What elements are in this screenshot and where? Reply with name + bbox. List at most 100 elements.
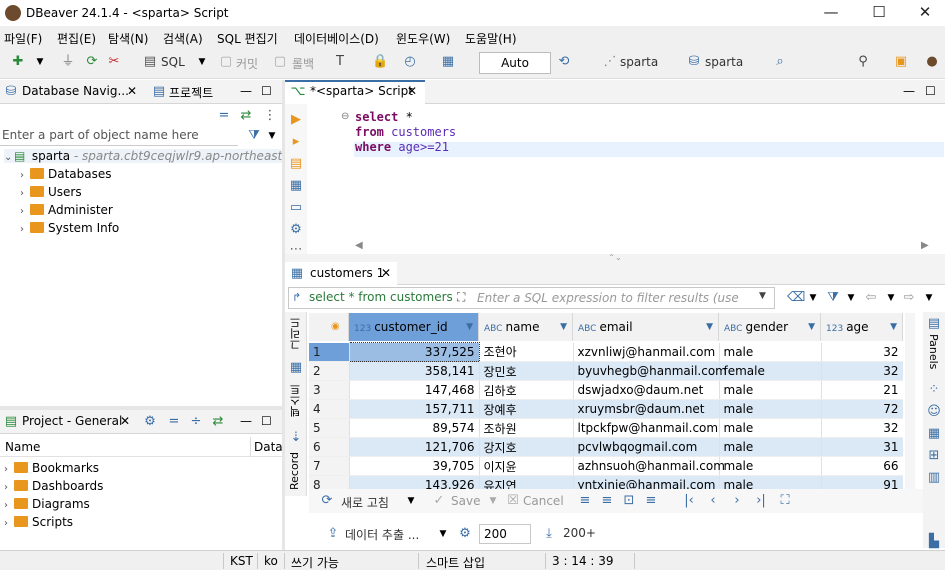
close-icon[interactable]: ✕	[127, 84, 137, 98]
metadata-icon[interactable]: ☺	[926, 404, 942, 420]
row-number[interactable]: 4	[309, 399, 350, 419]
table-cell[interactable]: 조하원	[479, 418, 574, 438]
maximize-panel-icon[interactable]: ☐	[925, 84, 936, 98]
table-cell[interactable]: 72	[821, 399, 903, 419]
minimize-panel-icon[interactable]: —	[903, 84, 915, 98]
row-number[interactable]: 7	[309, 456, 350, 476]
table-cell[interactable]: pcvlwbqogmail.com	[573, 437, 720, 457]
menu-sql-editor[interactable]: SQL 편집기	[217, 30, 278, 47]
row-number[interactable]: 3	[309, 380, 350, 400]
table-cell[interactable]: 147,468	[349, 380, 480, 400]
table-cell[interactable]: 21	[821, 380, 903, 400]
table-cell[interactable]: male	[719, 380, 822, 400]
row-count-icon[interactable]: ⤓	[541, 526, 557, 542]
dropdown-arrow-icon[interactable]: ▼	[805, 290, 821, 306]
minimize-button[interactable]: —	[808, 0, 854, 26]
table-row[interactable]: 3 147,468 김하호 dswjadxo@daum.net male 21	[309, 380, 903, 400]
terminal-icon[interactable]: ▭	[288, 200, 304, 216]
row-number[interactable]: 6	[309, 437, 350, 457]
table-cell[interactable]: 강지호	[479, 437, 574, 457]
filter-icon[interactable]: ⧩	[825, 290, 841, 306]
refresh-button[interactable]: 새로 고침	[341, 494, 389, 511]
table-cell[interactable]: female	[719, 361, 822, 381]
maximize-panel-icon[interactable]: ☐	[261, 414, 272, 428]
connect-icon[interactable]: ⏚	[60, 54, 76, 70]
export-icon[interactable]: ⇪	[325, 526, 341, 542]
table-row[interactable]: 2 358,141 장민호 byuvhegb@hanmail.com female 32	[309, 361, 903, 381]
tools-icon[interactable]: ▦	[440, 54, 456, 70]
dropdown-arrow-icon[interactable]: ▼	[435, 526, 451, 542]
active-schema[interactable]: sparta	[705, 55, 743, 69]
edit-row-icon[interactable]: ≡	[577, 493, 593, 509]
close-icon[interactable]: ✕	[407, 84, 417, 98]
project-item-diagrams[interactable]: › Diagrams	[4, 497, 90, 511]
tab-record-view[interactable]: Record	[288, 452, 301, 490]
panels-toggle[interactable]: Panels	[927, 334, 940, 369]
chevron-right-icon[interactable]: ▶	[921, 240, 929, 251]
active-datasource[interactable]: sparta	[620, 55, 658, 69]
expand-icon[interactable]: ÷	[188, 414, 204, 430]
column-header-name[interactable]: ABC name ▼	[479, 313, 573, 341]
sql-editor-icon[interactable]: ▤	[142, 54, 158, 70]
code-area[interactable]: ⊖ select * from customers where age>=21	[323, 104, 945, 244]
table-cell[interactable]: 김하호	[479, 380, 574, 400]
table-cell[interactable]: xruymsbr@daum.net	[573, 399, 720, 419]
grouping-icon[interactable]: ▦	[926, 426, 942, 442]
chevron-left-icon[interactable]: ‹	[705, 493, 721, 509]
menu-navigate[interactable]: 탐색(N)	[108, 30, 148, 47]
chevron-right-icon[interactable]: ›	[20, 170, 30, 181]
chart-icon[interactable]: ▥	[926, 470, 942, 486]
query-preview[interactable]: select * from customers v	[309, 290, 455, 304]
column-header-age[interactable]: 123 age ▼	[821, 313, 903, 341]
panels-icon[interactable]: ▤	[926, 316, 942, 332]
tree-connection-sparta[interactable]: ⌄ ▤ sparta - sparta.cbt9ceqjwlr9.ap-north…	[4, 149, 282, 163]
filter-expression-input[interactable]: Enter a SQL expression to filter results…	[477, 291, 739, 305]
expand-filter-icon[interactable]: ⛶	[457, 290, 465, 305]
horizontal-scrollbar[interactable]: ◀ ▶	[345, 240, 935, 252]
table-cell[interactable]: 32	[821, 418, 903, 438]
close-icon[interactable]: ✕	[120, 414, 130, 428]
row-number[interactable]: 2	[309, 361, 350, 381]
chevron-right-icon[interactable]: ›	[4, 482, 14, 493]
chevron-right-icon[interactable]: ›	[20, 188, 30, 199]
filter-icon[interactable]: ⧩	[246, 128, 262, 144]
table-cell[interactable]: 157,711	[349, 399, 480, 419]
maximize-button[interactable]: ☐	[856, 0, 902, 26]
menu-file[interactable]: 파일(F)	[4, 30, 42, 47]
perspective-icon[interactable]: ▣	[893, 54, 909, 70]
table-cell[interactable]: 89,574	[349, 418, 480, 438]
chevron-left-icon[interactable]: ◀	[355, 240, 363, 251]
table-cell[interactable]: 장민호	[479, 361, 574, 381]
table-cell[interactable]: 39,705	[349, 456, 480, 476]
export-button[interactable]: 데이터 추출 ...	[345, 526, 419, 543]
menu-search[interactable]: 검색(A)	[163, 30, 203, 47]
last-page-icon[interactable]: ›|	[753, 493, 769, 509]
disconnect-icon[interactable]: ✂	[106, 54, 122, 70]
back-icon[interactable]: ⇦	[863, 290, 879, 306]
execute-script-icon[interactable]: ▤	[288, 156, 304, 172]
rollback-button[interactable]: 롤백	[292, 55, 314, 72]
sort-icon[interactable]: ▼	[808, 313, 815, 341]
table-row[interactable]: 6 121,706 강지호 pcvlwbqogmail.com male 31	[309, 437, 903, 457]
tree-item-databases[interactable]: › Databases	[20, 167, 112, 181]
settings-icon[interactable]: ⚙	[288, 222, 304, 238]
table-row[interactable]: 5 89,574 조하원 ltpckfpw@hanmail.com male 32	[309, 418, 903, 438]
tab-grid-view[interactable]: 그리드	[288, 317, 304, 350]
execute-statement-icon[interactable]: ▶	[288, 112, 304, 128]
copy-row-icon[interactable]: ⊡	[621, 493, 637, 509]
table-row[interactable]: 1 337,525 조현아 xzvnliwj@hanmail.com male 32	[309, 342, 903, 362]
chevron-right-icon[interactable]: ›	[20, 224, 30, 235]
project-item-dashboards[interactable]: › Dashboards	[4, 479, 103, 493]
grid-icon[interactable]: ▦	[288, 360, 304, 376]
tab-project-general[interactable]: Project - General	[22, 414, 122, 428]
table-cell[interactable]: ltpckfpw@hanmail.com	[573, 418, 720, 438]
explain-plan-icon[interactable]: ▦	[288, 178, 304, 194]
menu-window[interactable]: 윈도우(W)	[396, 30, 450, 47]
chevron-right-icon[interactable]: ›	[4, 518, 14, 529]
link-editor-icon[interactable]: ⇄	[238, 108, 254, 124]
search-icon[interactable]: ⌕	[772, 54, 788, 70]
tree-item-administer[interactable]: › Administer	[20, 203, 113, 217]
table-cell[interactable]: 337,525	[348, 342, 480, 362]
dropdown-arrow-icon[interactable]: ▼	[921, 290, 937, 306]
table-cell[interactable]: 358,141	[349, 361, 480, 381]
